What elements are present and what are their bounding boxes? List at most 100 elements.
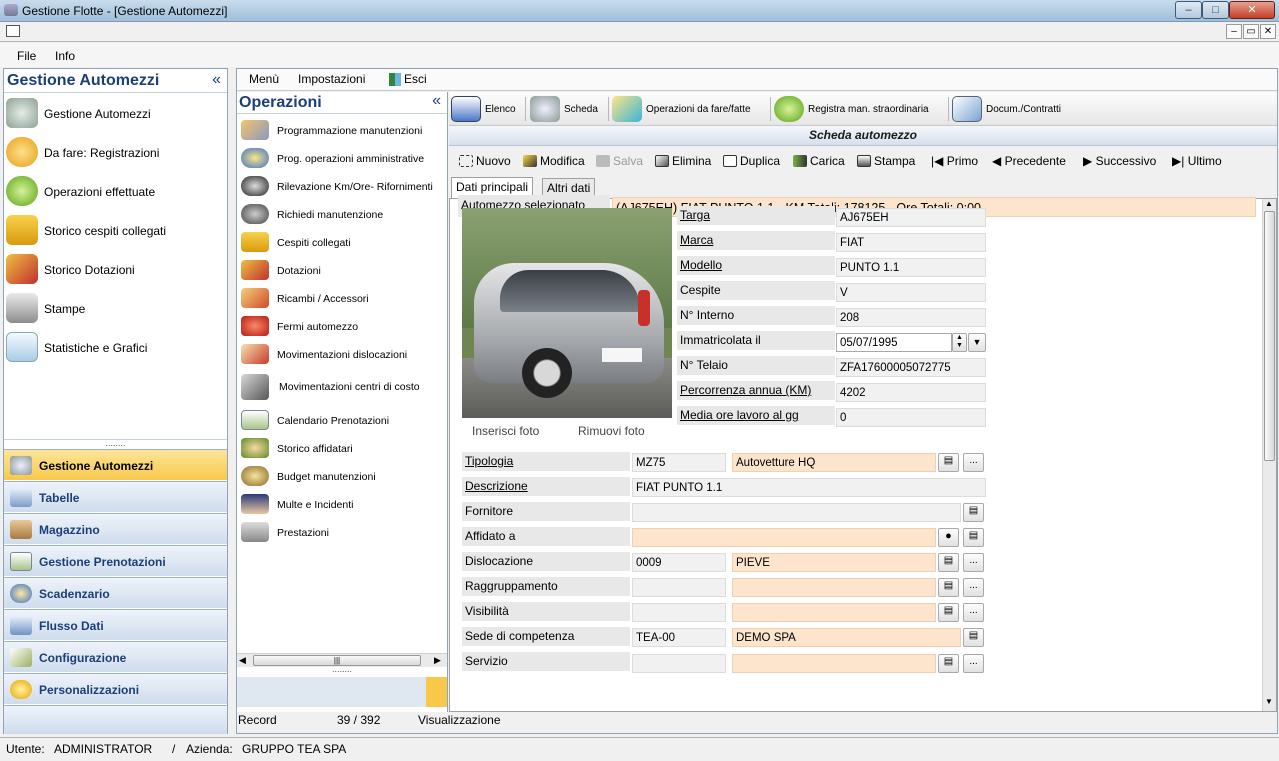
immatricolata-date-field[interactable]: 05/07/1995 [836,333,952,352]
salva-button[interactable]: Salva [596,154,643,168]
fornitore-field[interactable] [632,503,961,522]
servizio-desc-field[interactable] [732,654,936,673]
carica-button[interactable]: Carica [793,154,845,168]
scroll-thumb[interactable] [1264,211,1275,461]
modello-field[interactable]: PUNTO 1.1 [836,258,986,277]
docum-contratti-button[interactable]: Docum./Contratti [952,92,1082,126]
servizio-code-field[interactable] [632,654,726,673]
op-movimentazioni-centri-costo[interactable]: Movimentazioni centri di costo [237,368,447,404]
affidato-field[interactable] [632,528,936,547]
person-icon[interactable]: ● [938,528,959,547]
mdi-minimize-button[interactable]: – [1226,24,1242,39]
dislocazione-lookup-button[interactable]: ▤ [938,553,959,572]
op-fermi-automezzo[interactable]: Fermi automezzo [237,312,447,340]
op-dotazioni[interactable]: Dotazioni [237,256,447,284]
marca-label[interactable]: Marca [677,231,835,250]
calendar-lookup-button[interactable]: ▤ [963,528,984,547]
raggruppamento-code-field[interactable] [632,578,726,597]
insert-photo-link[interactable]: Inserisci foto [472,424,539,438]
maximize-button[interactable]: □ [1202,1,1229,19]
operations-splitter[interactable]: ........ [237,665,447,677]
modifica-button[interactable]: Modifica [523,154,585,168]
stampa-button[interactable]: Stampa [857,154,915,168]
tipologia-desc-field[interactable]: Autovetture HQ [732,453,936,472]
nav-scadenzario[interactable]: Scadenzario [4,577,227,608]
nav-magazzino[interactable]: Magazzino [4,513,227,544]
ultimo-button[interactable]: ▶| Ultimo [1172,154,1222,168]
descrizione-field[interactable]: FIAT PUNTO 1.1 [632,478,986,497]
operazioni-da-fare-button[interactable]: Operazioni da fare/fatte [612,92,769,126]
scroll-up-arrow[interactable]: ▲ [1265,199,1273,208]
sede-code-field[interactable]: TEA-00 [632,628,726,647]
raggruppamento-lookup-button[interactable]: ▤ [938,578,959,597]
left-panel-splitter[interactable]: ........ [4,439,227,449]
cespite-field[interactable]: V [836,283,986,302]
nav-gestione-automezzi[interactable]: Gestione Automezzi [4,449,227,480]
nav-tabelle[interactable]: Tabelle [4,481,227,512]
lp-item-storico-cespiti[interactable]: Storico cespiti collegati [4,211,227,250]
menu-esci[interactable]: Esci [404,72,427,86]
dislocazione-more-button[interactable]: ... [963,553,984,572]
op-multe-incidenti[interactable]: Multe e Incidenti [237,490,447,518]
nav-flusso-dati[interactable]: Flusso Dati [4,609,227,640]
collapse-operations-button[interactable]: « [432,92,441,110]
op-programmazione-manutenzioni[interactable]: Programmazione manutenzioni [237,116,447,144]
scroll-left-arrow[interactable]: ◀ [239,655,246,666]
nav-configurazione[interactable]: Configurazione [4,641,227,672]
visibilita-more-button[interactable]: ... [963,603,984,622]
media-ore-field[interactable]: 0 [836,408,986,427]
date-spinner[interactable]: ▲ ▼ [952,333,967,352]
op-prog-operazioni-amministrative[interactable]: Prog. operazioni amministrative [237,144,447,172]
visibilita-desc-field[interactable] [732,603,936,622]
interno-field[interactable]: 208 [836,308,986,327]
op-budget-manutenzioni[interactable]: Budget manutenzioni [237,462,447,490]
op-ricambi-accessori[interactable]: Ricambi / Accessori [237,284,447,312]
remove-photo-link[interactable]: Rimuovi foto [578,424,645,438]
dislocazione-code-field[interactable]: 0009 [632,553,726,572]
elimina-button[interactable]: Elimina [655,154,711,168]
op-rilevazione-km[interactable]: Rilevazione Km/Ore- Rifornimenti [237,172,447,200]
menu-menu[interactable]: Menù [249,72,279,86]
descrizione-label[interactable]: Descrizione [462,477,630,496]
servizio-more-button[interactable]: ... [963,654,984,673]
primo-button[interactable]: |◀ Primo [931,154,978,168]
lp-item-storico-dotazioni[interactable]: Storico Dotazioni [4,250,227,289]
nav-gestione-prenotazioni[interactable]: Gestione Prenotazioni [4,545,227,576]
successivo-button[interactable]: ▶ Successivo [1083,154,1156,168]
precedente-button[interactable]: ◀ Precedente [992,154,1066,168]
op-prestazioni[interactable]: Prestazioni [237,518,447,546]
close-button[interactable]: ✕ [1229,1,1275,19]
scheda-button[interactable]: Scheda [530,92,606,126]
targa-label[interactable]: Targa [677,206,835,225]
fornitore-lookup-button[interactable]: ▤ [963,503,984,522]
nav-personalizzazioni[interactable]: Personalizzazioni [4,673,227,704]
menu-impostazioni[interactable]: Impostazioni [298,72,365,86]
raggruppamento-more-button[interactable]: ... [963,578,984,597]
elenco-button[interactable]: Elenco [451,92,523,126]
mdi-close-button[interactable]: ✕ [1260,24,1276,39]
scroll-down-arrow[interactable]: ▼ [1265,697,1273,706]
tipologia-label[interactable]: Tipologia [462,452,630,471]
tipologia-more-button[interactable]: ... [963,453,984,472]
menu-file[interactable]: File [17,49,36,63]
servizio-lookup-button[interactable]: ▤ [938,654,959,673]
form-vscrollbar[interactable]: ▲ ▼ [1262,199,1276,711]
lp-item-da-fare[interactable]: Da fare: Registrazioni [4,133,227,172]
op-cespiti-collegati[interactable]: Cespiti collegati [237,228,447,256]
percorrenza-label[interactable]: Percorrenza annua (KM) [677,381,835,400]
op-movimentazioni-dislocazioni[interactable]: Movimentazioni dislocazioni [237,340,447,368]
lp-item-operazioni-effettuate[interactable]: Operazioni effettuate [4,172,227,211]
op-calendario-prenotazioni[interactable]: Calendario Prenotazioni [237,406,447,434]
nuovo-button[interactable]: Nuovo [459,154,511,168]
telaio-field[interactable]: ZFA17600005072775 [836,358,986,377]
sede-lookup-button[interactable]: ▤ [963,628,984,647]
visibilita-lookup-button[interactable]: ▤ [938,603,959,622]
percorrenza-field[interactable]: 4202 [836,383,986,402]
op-richiedi-manutenzione[interactable]: Richiedi manutenzione [237,200,447,228]
lp-item-statistiche[interactable]: Statistiche e Grafici [4,328,227,367]
registra-straordinaria-button[interactable]: Registra man. straordinaria [774,92,946,126]
scroll-right-arrow[interactable]: ▶ [434,655,441,666]
raggruppamento-desc-field[interactable] [732,578,936,597]
date-dropdown-button[interactable]: ▼ [968,333,986,352]
lp-item-stampe[interactable]: Stampe [4,289,227,328]
